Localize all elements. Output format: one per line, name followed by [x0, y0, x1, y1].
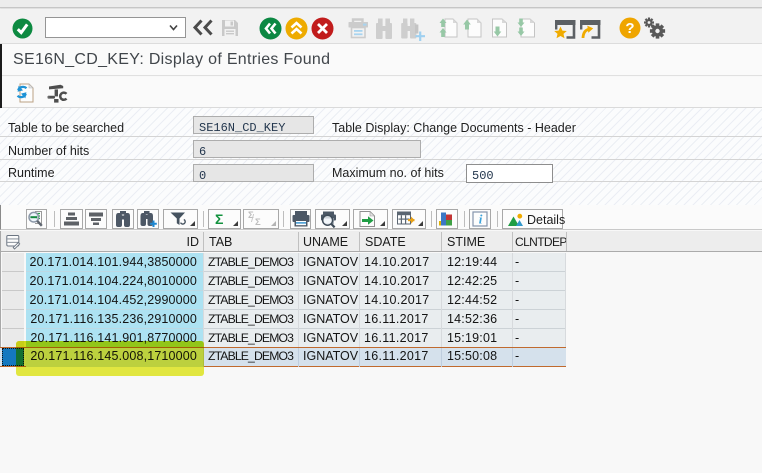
svg-text:i: i	[479, 212, 483, 227]
svg-text:?: ?	[625, 20, 634, 37]
